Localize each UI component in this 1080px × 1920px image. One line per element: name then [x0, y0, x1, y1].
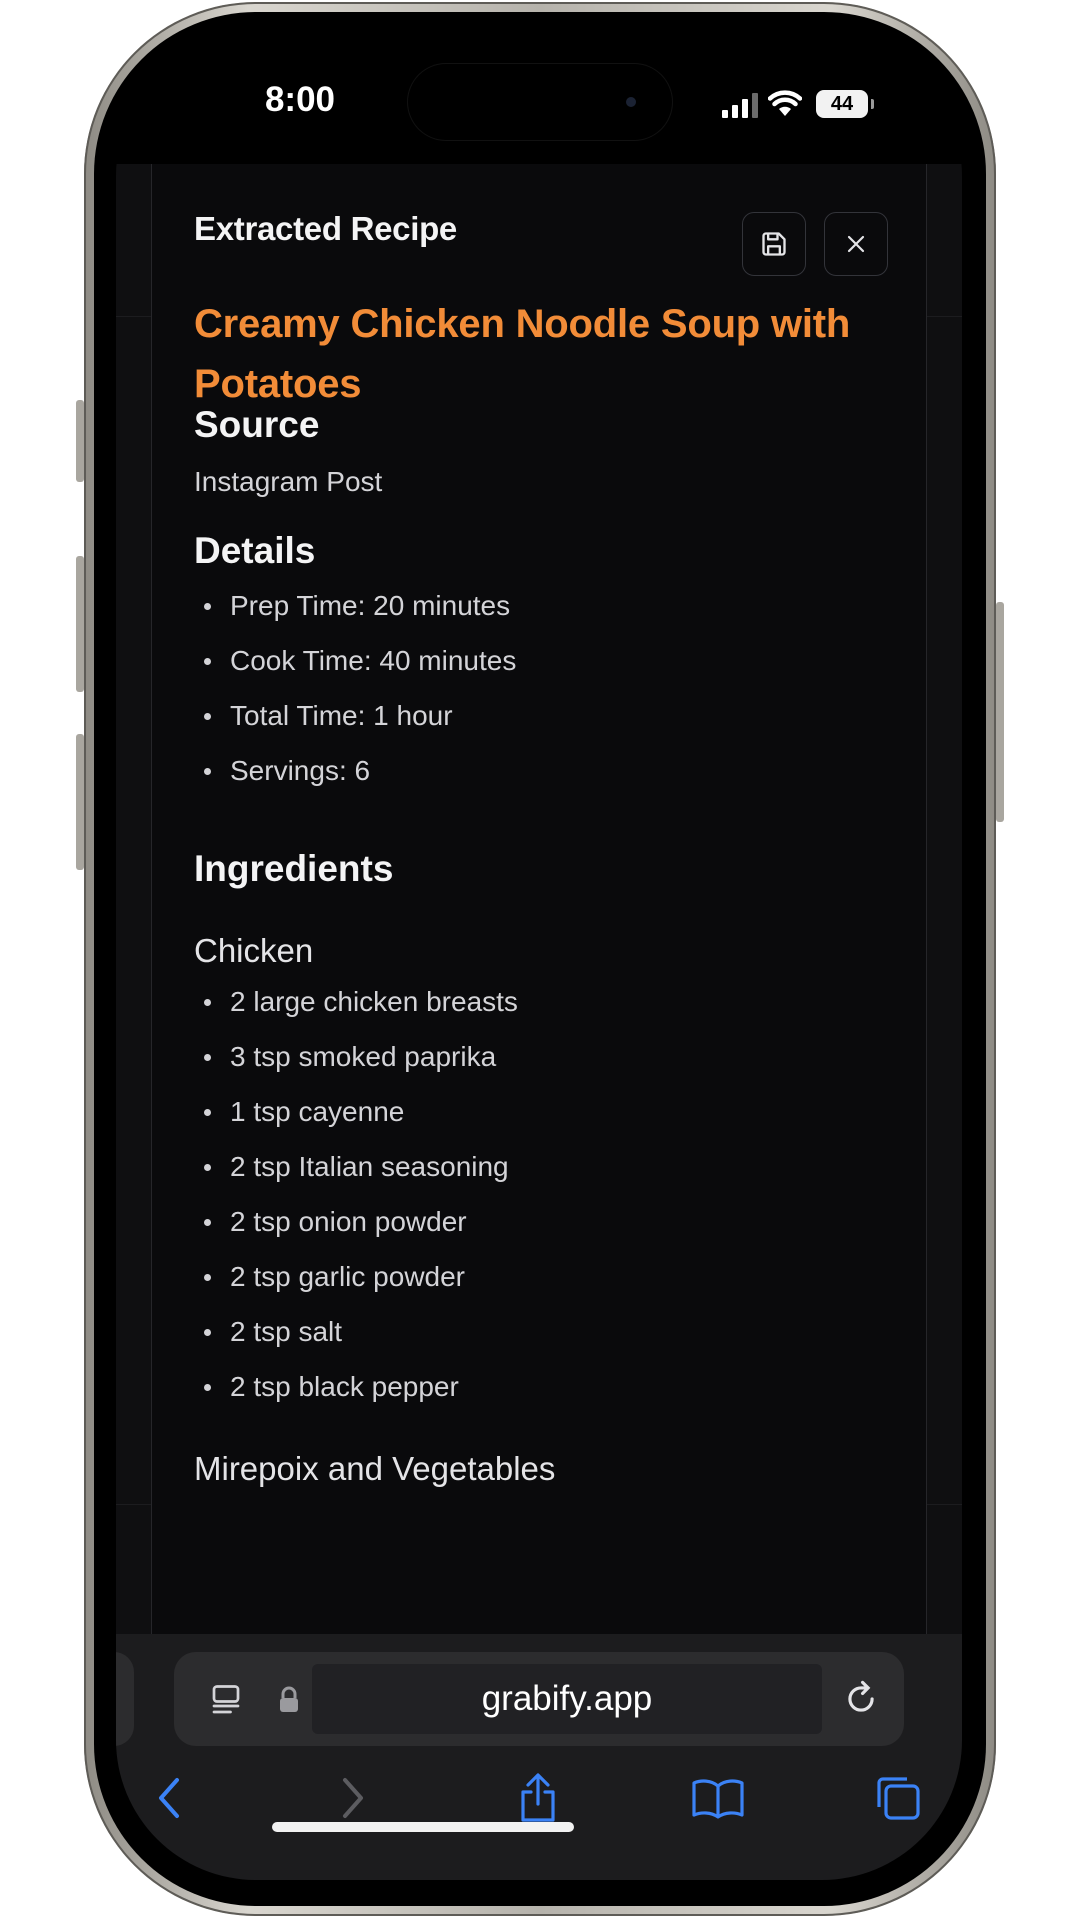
home-indicator [272, 1822, 574, 1832]
save-button[interactable] [742, 212, 806, 276]
list-item: 2 large chicken breasts [194, 982, 518, 1037]
browser-chrome: grabify.app [116, 1634, 962, 1880]
power-button [996, 602, 1004, 822]
ingredient-group-heading: Mirepoix and Vegetables [194, 1450, 556, 1487]
battery-level: 44 [830, 92, 854, 115]
url-text[interactable]: grabify.app [312, 1664, 822, 1734]
bookmarks-icon [692, 1779, 744, 1819]
tabs-icon [877, 1777, 920, 1820]
ingredient-group-heading: Chicken [194, 932, 314, 969]
status-time: 8:00 [264, 80, 336, 119]
details-heading: Details [194, 530, 316, 571]
battery-icon: 44 [816, 90, 874, 118]
back-icon [159, 1778, 179, 1818]
forward-button[interactable] [322, 1768, 382, 1828]
forward-icon [343, 1778, 363, 1818]
save-icon [762, 232, 786, 256]
back-button[interactable] [140, 1768, 200, 1828]
action-button [76, 400, 84, 482]
list-item: 2 tsp Italian seasoning [194, 1147, 518, 1202]
previous-tab-peek[interactable] [116, 1652, 134, 1746]
recipe-dialog: Extracted Recipe Creamy Chicken Noodle S… [151, 164, 927, 1634]
close-button[interactable] [824, 212, 888, 276]
list-item: 2 tsp black pepper [194, 1367, 518, 1422]
volume-up-button [76, 556, 84, 692]
details-list: Prep Time: 20 minutes Cook Time: 40 minu… [194, 586, 516, 806]
reload-icon[interactable] [842, 1680, 880, 1718]
source-text: Instagram Post [194, 466, 383, 497]
list-item: 1 tsp cayenne [194, 1092, 518, 1147]
ingredients-heading: Ingredients [194, 848, 394, 889]
cellular-signal-icon [722, 92, 758, 118]
list-item: 3 tsp smoked paprika [194, 1037, 518, 1092]
share-button[interactable] [508, 1768, 568, 1828]
source-heading: Source [194, 404, 320, 445]
device-mockup: 8:00 44 Extracted Recipe Creamy Chicken … [0, 0, 1080, 1920]
camera-dot [626, 97, 636, 107]
list-item: 2 tsp onion powder [194, 1202, 518, 1257]
list-item: Prep Time: 20 minutes [194, 586, 516, 641]
address-bar[interactable]: grabify.app [174, 1652, 904, 1746]
ingredients-list: 2 large chicken breasts 3 tsp smoked pap… [194, 982, 518, 1422]
list-item: 2 tsp garlic powder [194, 1257, 518, 1312]
tabs-button[interactable] [868, 1768, 928, 1828]
close-icon [847, 235, 865, 253]
reader-mode-icon[interactable] [208, 1682, 244, 1718]
lock-icon [280, 1686, 298, 1712]
list-item: Servings: 6 [194, 751, 516, 806]
phone-screen: 8:00 44 Extracted Recipe Creamy Chicken … [116, 36, 962, 1880]
wifi-icon [768, 90, 802, 116]
recipe-title: Creamy Chicken Noodle Soup with Potatoes [194, 302, 851, 406]
volume-down-button [76, 734, 84, 870]
dialog-title: Extracted Recipe [194, 210, 457, 247]
list-item: 2 tsp salt [194, 1312, 518, 1367]
list-item: Cook Time: 40 minutes [194, 641, 516, 696]
status-icons: 44 [722, 86, 874, 118]
share-icon [521, 1773, 555, 1822]
dynamic-island [408, 64, 672, 140]
bookmarks-button[interactable] [688, 1768, 748, 1828]
list-item: Total Time: 1 hour [194, 696, 516, 751]
